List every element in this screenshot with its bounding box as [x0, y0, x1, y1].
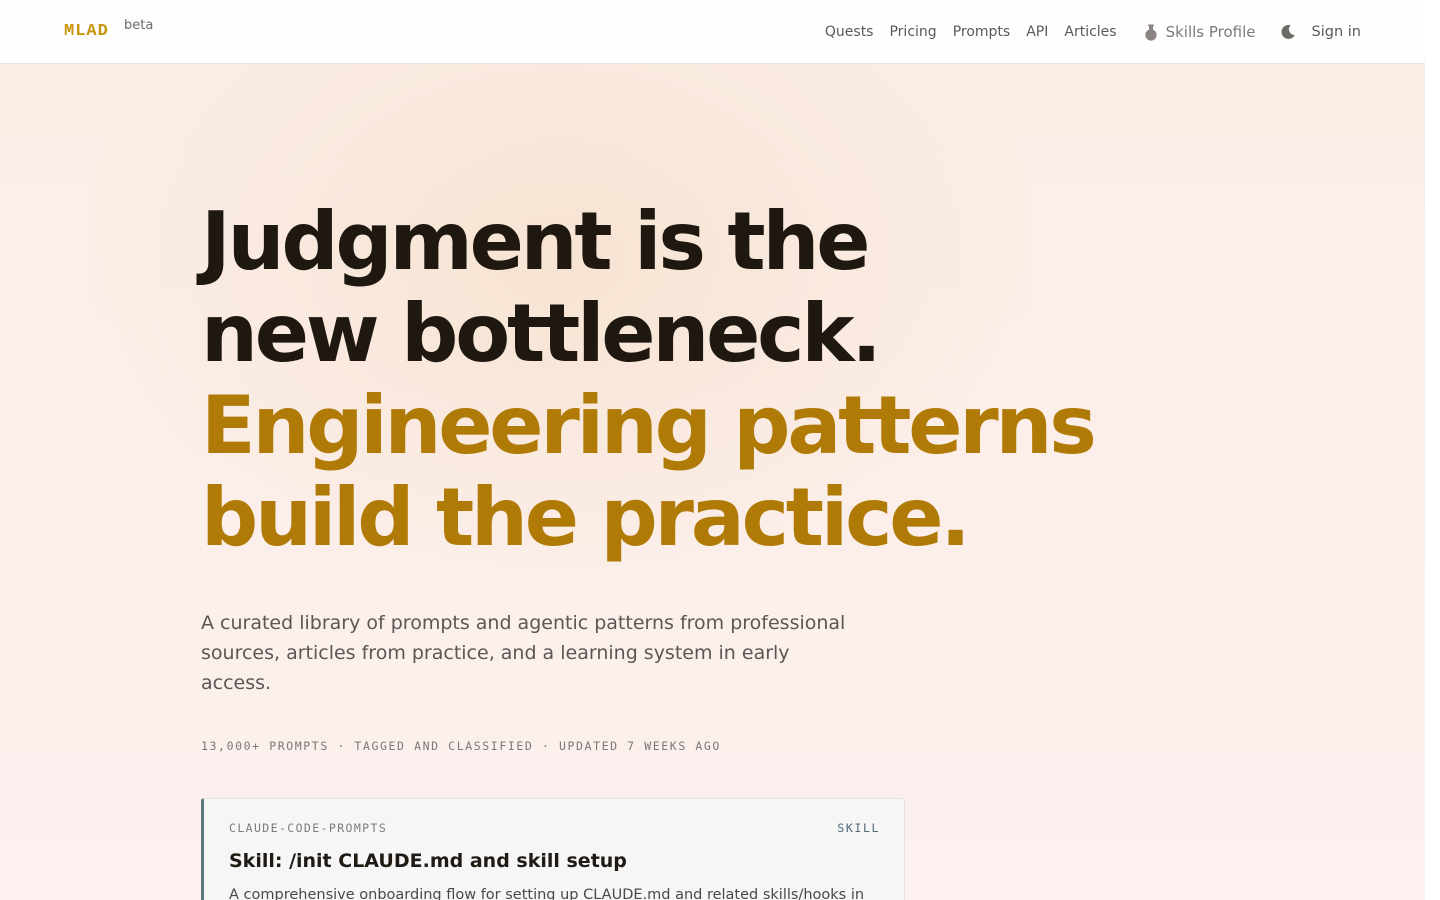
- card-source-label: CLAUDE-CODE-PROMPTS: [229, 821, 388, 835]
- flask-icon: [1144, 24, 1157, 41]
- featured-prompt-card[interactable]: CLAUDE-CODE-PROMPTS SKILL Skill: /init C…: [201, 798, 905, 900]
- skills-profile-link[interactable]: Skills Profile: [1143, 23, 1256, 41]
- theme-toggle-button[interactable]: [1280, 24, 1296, 40]
- stats-line: 13,000+ PROMPTS · TAGGED AND CLASSIFIED …: [201, 739, 721, 753]
- nav-link-prompts[interactable]: Prompts: [953, 24, 1011, 40]
- hero-title-line-1: Judgment is the: [201, 195, 870, 288]
- card-title[interactable]: Skill: /init CLAUDE.md and skill setup: [229, 850, 627, 872]
- hero-title: Judgment is the new bottleneck. Engineer…: [201, 195, 1097, 564]
- hero-subtitle: A curated library of prompts and agentic…: [201, 612, 846, 694]
- top-navigation-bar: MLAD beta Quests Pricing Prompts API Art…: [0, 0, 1425, 64]
- skills-profile-label: Skills Profile: [1165, 23, 1256, 41]
- beta-badge: beta: [124, 18, 154, 33]
- nav-link-api[interactable]: API: [1026, 24, 1048, 40]
- card-type-badge: SKILL: [837, 821, 880, 835]
- moon-icon: [1281, 24, 1295, 39]
- sign-in-link[interactable]: Sign in: [1312, 24, 1361, 40]
- nav-link-quests[interactable]: Quests: [825, 24, 874, 40]
- nav-link-articles[interactable]: Articles: [1064, 24, 1116, 40]
- logo[interactable]: MLAD: [64, 22, 109, 41]
- hero-title-line-2: new bottleneck.: [201, 287, 882, 380]
- main-nav: Quests Pricing Prompts API Articles Skil…: [809, 0, 1361, 64]
- hero-title-line-3: Engineering patterns: [201, 379, 1097, 472]
- card-description: A comprehensive onboarding flow for sett…: [229, 887, 865, 900]
- scrollbar[interactable]: [1425, 0, 1440, 900]
- nav-link-pricing[interactable]: Pricing: [889, 24, 936, 40]
- page: MLAD beta Quests Pricing Prompts API Art…: [0, 0, 1425, 900]
- hero-title-line-4: build the practice.: [201, 471, 971, 564]
